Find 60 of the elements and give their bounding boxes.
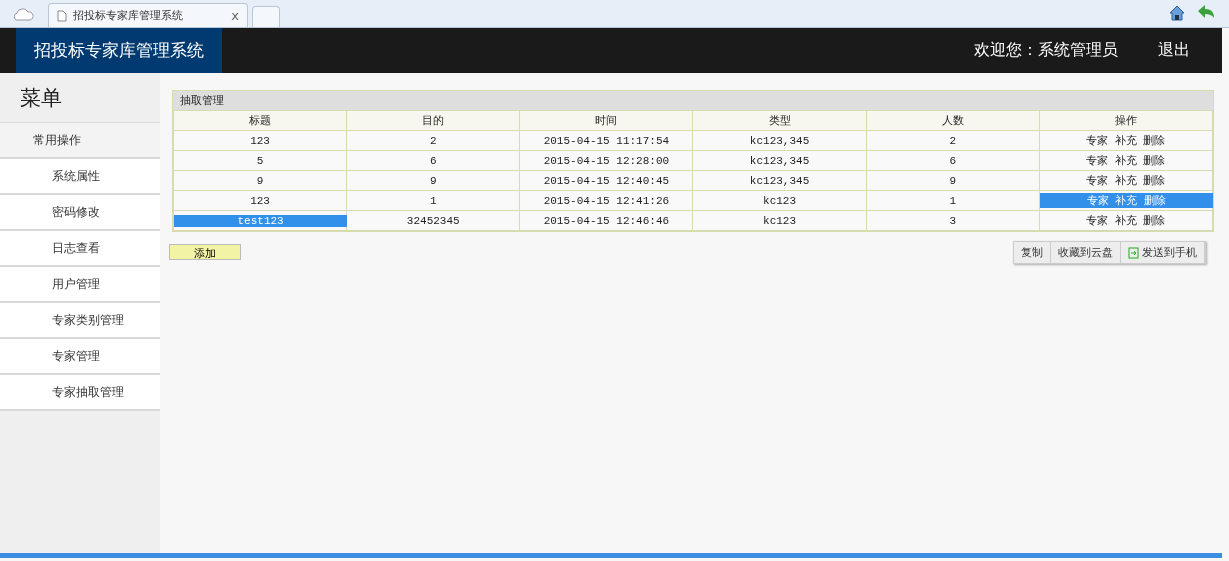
cell-text: kc123 <box>762 214 798 227</box>
cell-text: 2 <box>428 134 438 147</box>
cell-text: 6 <box>428 154 438 167</box>
cell-text: 2015-04-15 12:46:46 <box>542 214 671 227</box>
cell-text: kc123,345 <box>748 134 811 147</box>
cell-text: 9 <box>428 174 438 187</box>
cell-text: 2 <box>948 134 957 147</box>
cell-text: 123 <box>249 194 271 207</box>
menu-item[interactable]: 系统属性 <box>0 159 160 195</box>
column-header: 时间 <box>519 110 693 131</box>
cell-text: 专家 补充 删除 <box>1085 174 1167 188</box>
cloud-icon[interactable] <box>12 7 34 21</box>
menu-group-header[interactable]: 常用操作 <box>0 123 160 159</box>
browser-tab[interactable]: 招投标专家库管理系统 x <box>48 3 248 27</box>
cell-text: 2015-04-15 11:17:54 <box>542 134 671 147</box>
cell-text: 专家 补充 删除 <box>1085 154 1167 168</box>
cell-text: 专家 补充 删除 <box>1085 134 1167 148</box>
cell-text: 2015-04-15 12:41:26 <box>542 194 671 207</box>
app-title: 招投标专家库管理系统 <box>16 28 222 73</box>
home-icon[interactable] <box>1169 5 1185 21</box>
context-menu-item[interactable]: 收藏到云盘 <box>1051 242 1121 263</box>
column-header: 人数 <box>866 110 1040 131</box>
cell-text: kc123 <box>762 194 798 207</box>
phone-send-icon <box>1128 246 1139 259</box>
cell-text: 2015-04-15 12:40:45 <box>542 174 671 187</box>
cell-text: 1 <box>428 194 438 207</box>
cell-text: 32452345 <box>405 214 461 227</box>
menu-item[interactable]: 密码修改 <box>0 195 160 231</box>
cell-text: 9 <box>948 174 957 187</box>
add-button[interactable]: 添加 <box>169 244 241 260</box>
close-icon[interactable]: x <box>231 8 239 23</box>
cell-text: 9 <box>255 174 265 187</box>
cell-text: 123 <box>249 134 271 147</box>
cell-text: 3 <box>948 214 957 227</box>
welcome-text: 欢迎您：系统管理员 <box>974 39 1118 61</box>
panel-title: 抽取管理 <box>173 91 1213 110</box>
column-header: 类型 <box>692 110 867 131</box>
menu-item[interactable]: 日志查看 <box>0 231 160 267</box>
page-icon <box>57 9 67 22</box>
cell-text: 6 <box>948 154 957 167</box>
new-tab-button[interactable] <box>252 6 280 27</box>
menu-item[interactable]: 专家抽取管理 <box>0 375 160 411</box>
cell-text: kc123,345 <box>748 174 811 187</box>
cell-text: 5 <box>255 154 265 167</box>
menu-item[interactable]: 专家管理 <box>0 339 160 375</box>
back-arrow-icon[interactable] <box>1197 5 1215 19</box>
menu-item[interactable]: 用户管理 <box>0 267 160 303</box>
selected-text: test123 <box>174 214 348 227</box>
logout-link[interactable]: 退出 <box>1158 28 1190 73</box>
cell-text: 专家 补充 删除 <box>1085 214 1167 228</box>
column-header: 操作 <box>1039 110 1213 131</box>
context-menu-item[interactable]: 复制 <box>1014 242 1051 263</box>
selected-text: 专家 补充 删除 <box>1039 193 1214 208</box>
cell-text: kc123,345 <box>748 154 811 167</box>
column-header: 标题 <box>173 110 347 131</box>
context-menu-item[interactable]: 发送到手机 <box>1121 242 1205 263</box>
menu-item[interactable]: 专家类别管理 <box>0 303 160 339</box>
cell-text: 2015-04-15 12:28:00 <box>542 154 671 167</box>
column-header: 目的 <box>346 110 520 131</box>
cell-text: 1 <box>948 194 957 207</box>
